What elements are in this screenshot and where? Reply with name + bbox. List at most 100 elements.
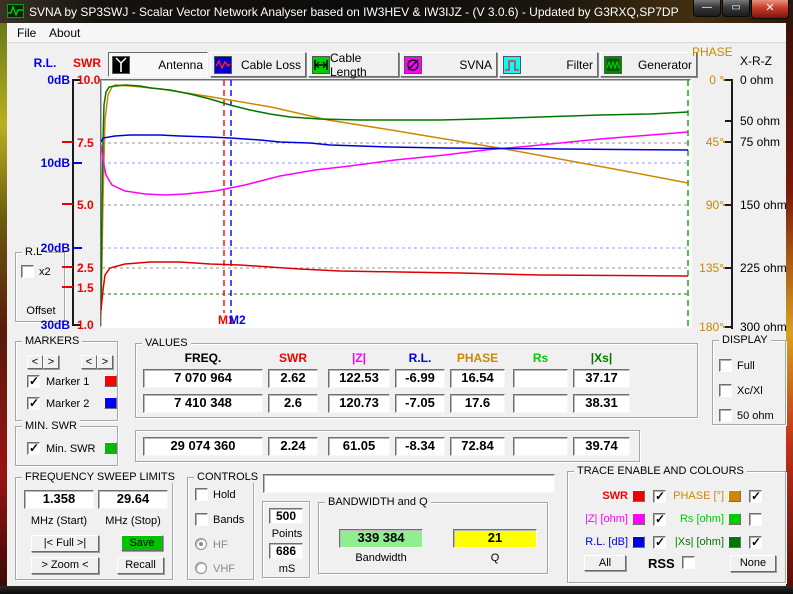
points-value[interactable]: 500 [269, 508, 303, 524]
close-button[interactable]: ✕ [751, 0, 789, 19]
trace-rs-label: Rs [ohm] [661, 513, 724, 525]
rl-x2-checkbox[interactable] [21, 265, 34, 278]
save-button[interactable]: Save [121, 535, 163, 551]
display-full-checkbox[interactable] [719, 359, 732, 372]
trace-phase-checkbox[interactable] [749, 490, 762, 503]
trace-rs-swatch[interactable] [728, 513, 741, 525]
bandwidth-group-title: BANDWIDTH and Q [325, 496, 431, 508]
marker1-rs-value[interactable] [513, 369, 568, 388]
trace-phase-swatch[interactable] [728, 490, 741, 502]
marker2-z-value[interactable]: 120.73 [328, 394, 390, 413]
trace-enable-group-title: TRACE ENABLE AND COLOURS [574, 465, 747, 477]
tab-svna[interactable]: SVNA [400, 52, 497, 77]
swr-tick-dash [62, 203, 73, 205]
app-icon [7, 4, 24, 18]
marker1-freq-value[interactable]: 7 070 964 [143, 369, 263, 388]
marker2-checkbox[interactable] [27, 397, 40, 410]
hf-label: HF [213, 539, 228, 551]
phase-tick-label: 135° [694, 261, 724, 275]
maximize-button[interactable]: ▭ [722, 0, 750, 17]
tab-filter[interactable]: Filter [499, 52, 598, 77]
min-swr-swr-value[interactable]: 2.24 [268, 437, 318, 456]
bands-label: Bands [213, 514, 244, 526]
title-bar[interactable]: SVNA by SP3SWJ - Scalar Vector Network A… [0, 0, 793, 23]
hf-radio[interactable] [195, 538, 207, 550]
sweep-plot[interactable]: M1 M2 [100, 79, 691, 327]
min-swr-checkbox[interactable] [27, 442, 40, 455]
bands-checkbox[interactable] [195, 513, 208, 526]
min-swr-xs-value[interactable]: 39.74 [573, 437, 630, 456]
marker2-freq-value[interactable]: 7 410 348 [143, 394, 263, 413]
marker2-rl-value[interactable]: -7.05 [395, 394, 445, 413]
marker1-prev-button[interactable]: < [27, 355, 43, 369]
min-swr-color-swatch[interactable] [104, 442, 117, 454]
phase-tick-label: 180° [694, 320, 724, 334]
marker1-color-swatch[interactable] [104, 375, 117, 387]
min-swr-rs-value[interactable] [513, 437, 568, 456]
freq-start-input[interactable]: 1.358 [24, 490, 94, 509]
trace-phase-label: PHASE [°] [661, 490, 724, 502]
rl-tick-mark [73, 247, 82, 249]
marker2-xs-value[interactable]: 38.31 [573, 394, 630, 413]
min-swr-phase-value[interactable]: 72.84 [450, 437, 505, 456]
marker2-next-button[interactable]: > [97, 355, 113, 369]
trace-swr-swatch[interactable] [632, 490, 645, 502]
marker1-next-button[interactable]: > [43, 355, 59, 369]
menu-file[interactable]: File [13, 26, 40, 40]
trace-xs-checkbox[interactable] [749, 536, 762, 549]
swr-tick-label: 5.0 [77, 198, 104, 212]
menu-about[interactable]: About [45, 26, 84, 40]
sweep-time-label: mS [265, 563, 309, 575]
tab-cable-length[interactable]: Cable Length [308, 52, 399, 77]
zoom-sweep-button[interactable]: > Zoom < [31, 557, 99, 574]
tab-cable-loss[interactable]: Cable Loss [210, 52, 306, 77]
q-value: 21 [453, 529, 537, 548]
command-input[interactable] [263, 474, 555, 493]
trace-|Xs| [101, 85, 688, 310]
marker1-checkbox[interactable] [27, 375, 40, 388]
marker2-color-swatch[interactable] [104, 397, 117, 409]
marker2-phase-value[interactable]: 17.6 [450, 394, 505, 413]
swr-tick-label: 1.5 [77, 281, 104, 295]
freq-start-label: MHz (Start) [21, 515, 97, 527]
min-swr-z-value[interactable]: 61.05 [328, 437, 390, 456]
marker2-prev-button[interactable]: < [81, 355, 97, 369]
min-swr-freq-value[interactable]: 29 074 360 [143, 437, 263, 456]
filter-icon [503, 56, 521, 74]
marker1-rl-value[interactable]: -6.99 [395, 369, 445, 388]
trace-all-button[interactable]: All [584, 555, 626, 571]
vhf-radio[interactable] [195, 562, 207, 574]
tab-antenna[interactable]: Antenna [108, 52, 208, 77]
marker2-rs-value[interactable] [513, 394, 568, 413]
trace-rl-swatch[interactable] [632, 536, 645, 548]
swr-tick-dash [62, 266, 73, 268]
marker1-phase-value[interactable]: 16.54 [450, 369, 505, 388]
recall-button[interactable]: Recall [117, 557, 164, 574]
rl-tick-label: 10dB [30, 156, 70, 170]
display-50ohm-checkbox[interactable] [719, 409, 732, 422]
swr-tick-dash [62, 141, 73, 143]
marker1-swr-value[interactable]: 2.62 [268, 369, 318, 388]
trace-rs-checkbox[interactable] [749, 513, 762, 526]
rss-checkbox[interactable] [682, 556, 695, 569]
minimize-button[interactable]: — [693, 0, 721, 17]
trace-none-button[interactable]: None [730, 555, 776, 572]
min-swr-rl-value[interactable]: -8.34 [395, 437, 445, 456]
full-sweep-button[interactable]: |< Full >| [31, 535, 99, 552]
trace-z-swatch[interactable] [632, 513, 645, 525]
marker2-swr-value[interactable]: 2.6 [268, 394, 318, 413]
bandwidth-label: Bandwidth [331, 552, 431, 564]
trace-xs-swatch[interactable] [728, 536, 741, 548]
values-group-title: VALUES [142, 337, 191, 349]
sweep-time-value[interactable]: 686 [269, 543, 303, 559]
freq-stop-input[interactable]: 29.64 [98, 490, 168, 509]
marker1-z-value[interactable]: 122.53 [328, 369, 390, 388]
tab-generator[interactable]: Generator [600, 52, 697, 77]
marker1-xs-value[interactable]: 37.17 [573, 369, 630, 388]
hold-checkbox[interactable] [195, 488, 208, 501]
values-header-z: |Z| [328, 351, 390, 365]
display-xcxl-checkbox[interactable] [719, 384, 732, 397]
rl-tick-mark [73, 162, 82, 164]
rl-axis-header: R.L. [28, 56, 62, 70]
svna-app-window: { "window": { "title": "SVNA by SP3SWJ -… [0, 0, 793, 594]
